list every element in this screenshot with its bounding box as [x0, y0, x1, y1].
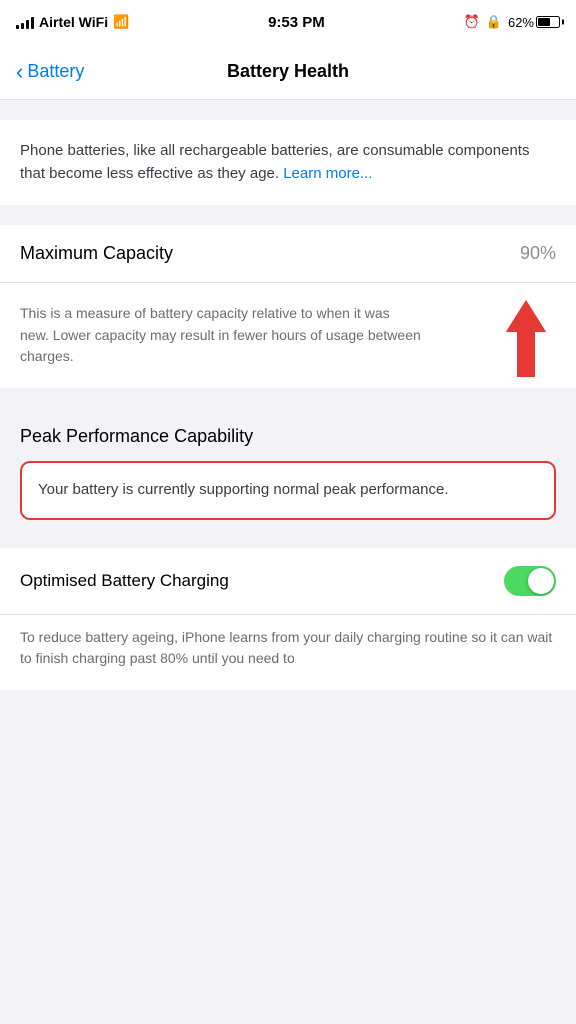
back-label: Battery — [27, 61, 84, 82]
intro-text: Phone batteries, like all rechargeable b… — [20, 140, 556, 185]
lock-icon: 🔒 — [486, 14, 502, 30]
battery-percent: 62% — [508, 15, 534, 30]
battery-status: 62% — [508, 15, 560, 30]
divider-2 — [0, 388, 576, 408]
status-bar: Airtel WiFi 📶 9:53 PM ⏰ 🔒 62% — [0, 0, 576, 44]
status-right: ⏰ 🔒 62% — [464, 14, 560, 30]
learn-more-link[interactable]: Learn more... — [283, 165, 372, 182]
nav-bar: ‹ Battery Battery Health — [0, 44, 576, 100]
back-chevron-icon: ‹ — [16, 61, 23, 83]
capacity-description-container: This is a measure of battery capacity re… — [0, 283, 576, 388]
page-title: Battery Health — [106, 61, 470, 82]
carrier-label: Airtel WiFi — [39, 14, 108, 30]
battery-fill — [538, 18, 550, 26]
bottom-description-text: To reduce battery ageing, iPhone learns … — [20, 627, 556, 670]
peak-performance-section: Peak Performance Capability Your battery… — [0, 408, 576, 548]
optimised-charging-label: Optimised Battery Charging — [20, 571, 229, 591]
status-time: 9:53 PM — [268, 14, 325, 31]
battery-icon — [536, 16, 560, 28]
capacity-section: Maximum Capacity 90% This is a measure o… — [0, 225, 576, 388]
back-button[interactable]: ‹ Battery — [16, 61, 106, 83]
bottom-description: To reduce battery ageing, iPhone learns … — [0, 615, 576, 690]
capacity-label: Maximum Capacity — [20, 243, 173, 264]
capacity-value: 90% — [520, 243, 556, 264]
content: Phone batteries, like all rechargeable b… — [0, 120, 576, 690]
optimised-charging-section: Optimised Battery Charging — [0, 548, 576, 615]
red-arrow-icon — [496, 293, 556, 383]
signal-bars — [16, 15, 34, 29]
wifi-icon: 📶 — [113, 14, 129, 30]
peak-performance-text: Your battery is currently supporting nor… — [38, 479, 538, 502]
alarm-icon: ⏰ — [464, 14, 480, 30]
peak-performance-title: Peak Performance Capability — [20, 426, 556, 447]
divider-1 — [0, 205, 576, 225]
toggle-thumb — [528, 568, 554, 594]
peak-performance-box: Your battery is currently supporting nor… — [20, 461, 556, 520]
optimised-charging-row: Optimised Battery Charging — [0, 548, 576, 615]
capacity-description: This is a measure of battery capacity re… — [20, 303, 422, 368]
status-left: Airtel WiFi 📶 — [16, 14, 129, 30]
intro-section: Phone batteries, like all rechargeable b… — [0, 120, 576, 205]
capacity-row: Maximum Capacity 90% — [0, 225, 576, 283]
optimised-charging-toggle[interactable] — [504, 566, 556, 596]
